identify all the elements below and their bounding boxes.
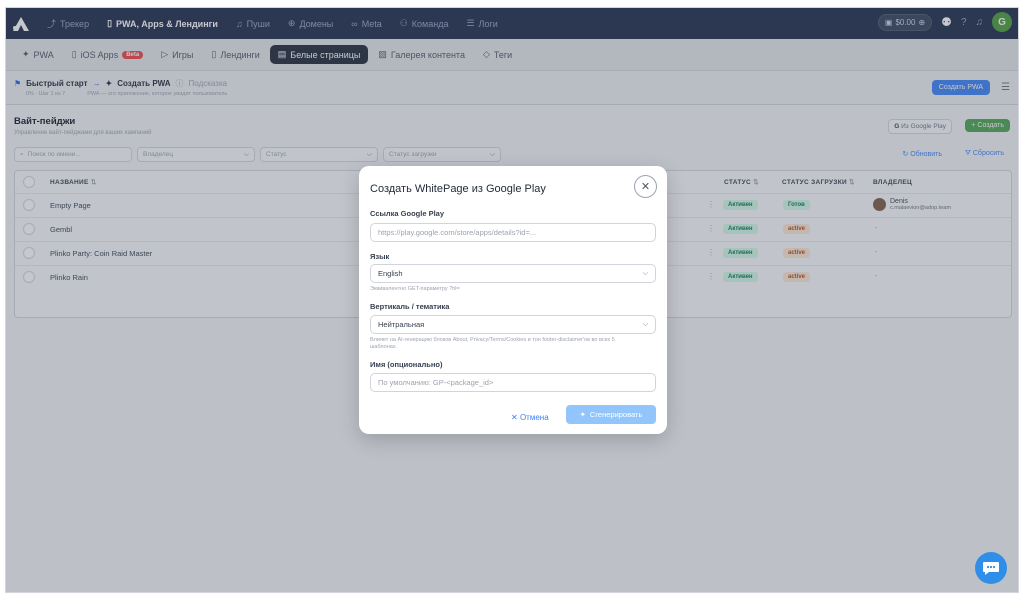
cancel-icon: ✕ (511, 413, 518, 422)
generate-label: Сгенерировать (589, 410, 643, 419)
chat-bubble-icon (983, 562, 999, 575)
close-button[interactable]: ✕ (634, 175, 657, 198)
gp-link-label: Ссылка Google Play (370, 209, 445, 218)
language-value: English (378, 269, 403, 278)
app-window: ⤴ Трекер ▯ PWA, Apps & Лендинги ♫ Пуши ⊕ Домены… (5, 7, 1019, 593)
language-label: Язык (370, 252, 390, 261)
name-input[interactable]: По умолчанию: GP-<package_id> (370, 373, 656, 392)
vertical-select[interactable]: Нейтральная ⌵ (370, 315, 656, 334)
cancel-label: Отмена (519, 413, 549, 422)
vertical-value: Нейтральная (378, 320, 425, 329)
vertical-label: Вертикаль / тематика (370, 302, 450, 311)
cancel-button[interactable]: ✕ Отмена (511, 413, 549, 422)
close-icon: ✕ (640, 181, 651, 193)
vertical-help: Влияет на AI-генерацию блоков About, Pri… (370, 337, 615, 350)
generate-button[interactable]: ✦ Сгенерировать (566, 405, 656, 424)
gp-link-input[interactable]: https://play.google.com/store/apps/detai… (370, 223, 656, 242)
language-select[interactable]: English ⌵ (370, 264, 656, 283)
dialog-title: Создать WhitePage из Google Play (370, 183, 546, 195)
language-help: Эквивалентно GET-параметру ?hl= (370, 286, 460, 292)
chevron-down-icon: ⌵ (642, 269, 648, 277)
create-whitepage-dialog: Создать WhitePage из Google Play ✕ Ссылк… (359, 166, 667, 434)
chevron-down-icon: ⌵ (642, 320, 648, 328)
name-label: Имя (опционально) (370, 360, 443, 369)
sparkle-icon: ✦ (579, 410, 586, 419)
chat-support-button[interactable] (975, 552, 1007, 584)
